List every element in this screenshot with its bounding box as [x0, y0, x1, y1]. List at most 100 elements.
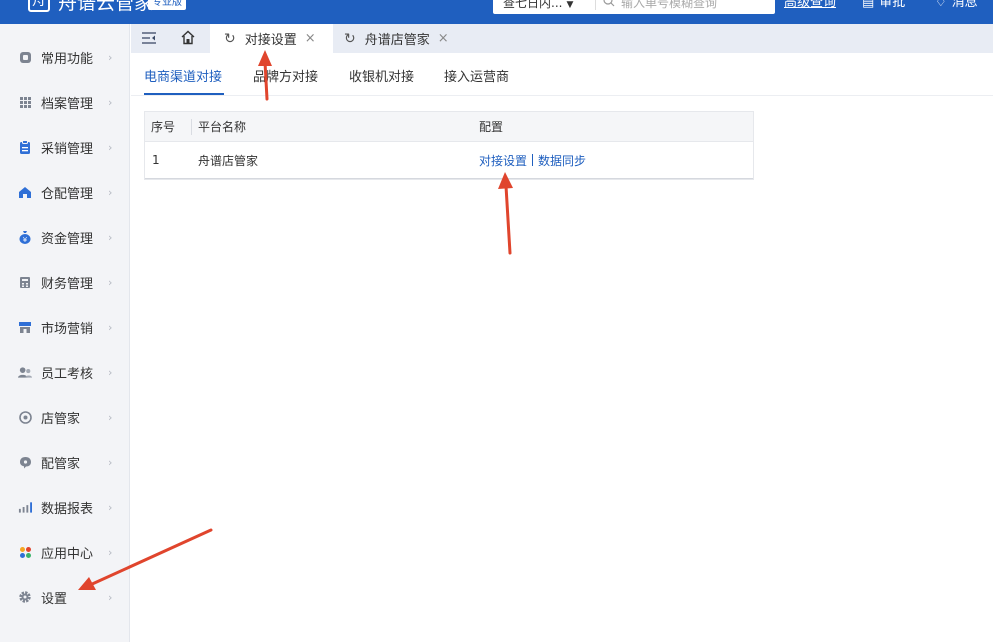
- common-functions-icon: [18, 50, 32, 64]
- chevron-right-icon: ›: [108, 185, 113, 199]
- edition-badge: 专业版: [148, 0, 186, 10]
- platform-table: 序号 平台名称 配置 1 舟谱店管家 对接设置 数据同步: [144, 111, 754, 180]
- chevron-right-icon: ›: [108, 95, 113, 109]
- approve-icon: ▤: [862, 0, 875, 10]
- users-icon: [18, 365, 32, 379]
- row-actions: 对接设置 数据同步: [479, 142, 586, 178]
- money-bag-icon: ¥: [18, 230, 32, 244]
- sidebar-item-app-center[interactable]: 应用中心 ›: [0, 532, 130, 572]
- bell-icon: ♢: [935, 0, 947, 10]
- sidebar-item-marketing[interactable]: 市场营销 ›: [0, 307, 130, 347]
- header-index: 序号: [151, 120, 176, 134]
- chevron-right-icon: ›: [108, 140, 113, 154]
- sidebar-item-shop-keeper[interactable]: 店管家 ›: [0, 397, 130, 437]
- refresh-icon[interactable]: ↻: [224, 31, 236, 47]
- chevron-right-icon: ›: [108, 590, 113, 604]
- arrow-to-dock-link: [504, 184, 512, 255]
- active-tab-indicator: [144, 93, 224, 95]
- search-input[interactable]: [621, 0, 766, 14]
- collapse-sidebar-icon[interactable]: [141, 31, 157, 45]
- order-search: 查七日内... ▼: [493, 0, 775, 14]
- chevron-right-icon: ›: [108, 500, 113, 514]
- tab-strip: ↻ 对接设置 × ↻ 舟谱店管家 ×: [131, 24, 993, 53]
- sidebar-item-delivery-keeper[interactable]: 配管家 ›: [0, 442, 130, 482]
- clipboard-icon: [18, 140, 32, 154]
- messages-label: 消息: [951, 0, 978, 10]
- chevron-right-icon: ›: [108, 410, 113, 424]
- sidebar-item-funds[interactable]: ¥ 资金管理 ›: [0, 217, 130, 257]
- header-config: 配置: [479, 120, 504, 134]
- refresh-icon[interactable]: ↻: [344, 31, 356, 47]
- row-platform: 舟谱店管家: [198, 153, 259, 168]
- subtab-cash-register[interactable]: 收银机对接: [349, 66, 414, 85]
- sidebar-item-label: 常用功能: [41, 51, 94, 67]
- table-row: 1 舟谱店管家 对接设置 数据同步: [145, 142, 753, 179]
- data-sync-link[interactable]: 数据同步: [538, 152, 586, 169]
- search-icon: [603, 0, 615, 13]
- approve-label: 审批: [879, 0, 906, 10]
- bar-chart-icon: [18, 500, 32, 514]
- sub-tabs: 电商渠道对接 品牌方对接 收银机对接 接入运营商: [131, 53, 993, 96]
- sidebar-item-label: 仓配管理: [41, 186, 94, 202]
- sidebar-item-settings[interactable]: 设置 ›: [0, 577, 130, 617]
- sidebar: 常用功能 › 档案管理 › 采销管理 › 仓配管理 › ¥ 资金管理 › 财务管…: [0, 24, 130, 642]
- sidebar-item-label: 店管家: [41, 411, 81, 427]
- table-header: 序号 平台名称 配置: [145, 112, 753, 142]
- search-range-select[interactable]: 查七日内... ▼: [503, 0, 573, 16]
- chevron-right-icon: ›: [108, 455, 113, 469]
- sidebar-item-label: 员工考核: [41, 366, 94, 382]
- sidebar-item-label: 数据报表: [41, 501, 94, 517]
- archive-icon: [18, 95, 32, 109]
- sidebar-item-common[interactable]: 常用功能 ›: [0, 37, 130, 77]
- sidebar-item-label: 应用中心: [41, 546, 94, 562]
- close-icon[interactable]: ×: [305, 31, 316, 46]
- chevron-right-icon: ›: [108, 320, 113, 334]
- sidebar-item-label: 市场营销: [41, 321, 94, 337]
- dock-settings-link[interactable]: 对接设置: [479, 152, 527, 169]
- app-name: 舟谱云管家: [58, 0, 154, 14]
- sidebar-item-finance[interactable]: 财务管理 ›: [0, 262, 130, 302]
- advanced-search-link[interactable]: 高级查询: [784, 0, 836, 14]
- sidebar-item-label: 采销管理: [41, 141, 94, 157]
- tab-dock-settings[interactable]: ↻ 对接设置 ×: [210, 24, 333, 53]
- subtab-brand[interactable]: 品牌方对接: [253, 66, 318, 85]
- sidebar-item-label: 设置: [41, 591, 68, 607]
- sidebar-item-purchase-sales[interactable]: 采销管理 ›: [0, 127, 130, 167]
- close-icon[interactable]: ×: [438, 31, 449, 46]
- chevron-right-icon: ›: [108, 545, 113, 559]
- sidebar-item-label: 档案管理: [41, 96, 94, 112]
- top-header: 舟 舟谱云管家 专业版 查七日内...▼ 高级查询 ▤ 审批 ♢ 消息: [0, 0, 993, 24]
- sidebar-item-archive[interactable]: 档案管理 ›: [0, 82, 130, 122]
- chevron-right-icon: ›: [108, 50, 113, 64]
- home-icon[interactable]: [180, 30, 196, 46]
- sidebar-item-staff-review[interactable]: 员工考核 ›: [0, 352, 130, 392]
- sidebar-item-warehouse[interactable]: 仓配管理 ›: [0, 172, 130, 212]
- annotation-arrows: [78, 50, 513, 590]
- store-icon: [18, 320, 32, 334]
- action-divider: [532, 154, 534, 166]
- tab-shop-keeper[interactable]: ↻ 舟谱店管家 ×: [333, 24, 463, 53]
- approve-button[interactable]: ▤ 审批: [862, 0, 905, 14]
- chat-bubble-icon: [18, 455, 32, 469]
- sidebar-item-label: 资金管理: [41, 231, 94, 247]
- chevron-right-icon: ›: [108, 275, 113, 289]
- chevron-right-icon: ›: [108, 230, 113, 244]
- calculator-icon: [18, 275, 32, 289]
- gear-icon: [18, 590, 32, 604]
- tab-label: 舟谱店管家: [364, 33, 430, 48]
- header-platform: 平台名称: [198, 120, 247, 134]
- svg-text:¥: ¥: [23, 236, 28, 244]
- sidebar-item-label: 财务管理: [41, 276, 94, 292]
- caret-down-icon: ▼: [566, 0, 574, 10]
- search-range-label: 查七日内...: [503, 0, 563, 10]
- shop-keeper-icon: [18, 410, 32, 424]
- sidebar-item-reports[interactable]: 数据报表 ›: [0, 487, 130, 527]
- warehouse-icon: [18, 185, 32, 199]
- app-grid-icon: [18, 545, 32, 559]
- row-index: 1: [152, 153, 160, 167]
- tab-label: 对接设置: [244, 33, 297, 48]
- sidebar-item-label: 配管家: [41, 456, 81, 472]
- subtab-ecommerce[interactable]: 电商渠道对接: [144, 66, 222, 85]
- messages-button[interactable]: ♢ 消息: [935, 0, 978, 14]
- subtab-operator[interactable]: 接入运营商: [444, 66, 509, 85]
